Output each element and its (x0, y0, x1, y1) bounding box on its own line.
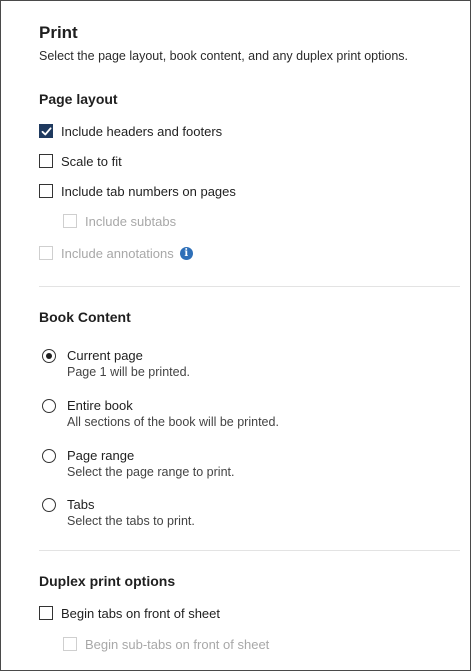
scale-to-fit-label: Scale to fit (61, 153, 122, 169)
option-include-annotations: Include annotations i (39, 243, 470, 263)
annotations-checkbox (39, 246, 53, 260)
subtabs-label: Include subtabs (85, 213, 177, 229)
duplex-section: Duplex print options (39, 571, 470, 591)
radio-page-range[interactable]: Page range Select the page range to prin… (42, 447, 470, 481)
print-header: Print Select the page layout, book conte… (39, 21, 470, 65)
radio-selected-dot (46, 353, 52, 359)
begin-tabs-front-label: Begin tabs on front of sheet (61, 605, 220, 621)
annotations-label: Include annotations (61, 245, 174, 261)
radio-tabs[interactable]: Tabs Select the tabs to print. (42, 496, 470, 530)
section-divider (39, 286, 460, 287)
current-page-description: Page 1 will be printed. (67, 365, 190, 379)
scale-to-fit-checkbox[interactable] (39, 154, 53, 168)
page-range-description: Select the page range to print. (67, 465, 235, 479)
option-scale-to-fit[interactable]: Scale to fit (39, 151, 470, 171)
book-content-section: Book Content (39, 307, 470, 327)
subtabs-checkbox (63, 214, 77, 228)
begin-subtabs-front-checkbox (63, 637, 77, 651)
info-icon[interactable]: i (179, 246, 193, 260)
tab-numbers-checkbox[interactable] (39, 184, 53, 198)
print-panel: Print Select the page layout, book conte… (0, 0, 471, 671)
headers-footers-checkbox[interactable] (39, 124, 53, 138)
book-content-title: Book Content (39, 309, 131, 325)
tabs-label: Tabs (67, 497, 95, 512)
option-include-subtabs: Include subtabs (63, 211, 470, 231)
option-begin-tabs-front[interactable]: Begin tabs on front of sheet (39, 603, 470, 623)
page-layout-title: Page layout (39, 91, 118, 107)
option-begin-subtabs-front: Begin sub-tabs on front of sheet (63, 634, 470, 654)
entire-book-label: Entire book (67, 398, 133, 413)
page-layout-section: Page layout (39, 89, 470, 109)
section-divider (39, 550, 460, 551)
option-include-headers-footers[interactable]: Include headers and footers (39, 121, 470, 141)
headers-footers-label: Include headers and footers (61, 123, 223, 139)
tabs-description: Select the tabs to print. (67, 514, 195, 528)
tabs-radio[interactable] (42, 498, 56, 512)
entire-book-description: All sections of the book will be printed… (67, 415, 279, 429)
radio-current-page[interactable]: Current page Page 1 will be printed. (42, 347, 470, 381)
checkmark-icon (41, 126, 51, 135)
begin-tabs-front-checkbox[interactable] (39, 606, 53, 620)
page-subtitle: Select the page layout, book content, an… (39, 49, 409, 63)
option-include-tab-numbers[interactable]: Include tab numbers on pages (39, 181, 470, 201)
page-title: Print (39, 23, 78, 42)
begin-subtabs-front-label: Begin sub-tabs on front of sheet (85, 636, 270, 652)
entire-book-radio[interactable] (42, 399, 56, 413)
duplex-title: Duplex print options (39, 573, 176, 589)
tab-numbers-label: Include tab numbers on pages (61, 183, 236, 199)
radio-entire-book[interactable]: Entire book All sections of the book wil… (42, 397, 470, 431)
current-page-label: Current page (67, 348, 143, 363)
page-range-radio[interactable] (42, 449, 56, 463)
page-range-label: Page range (67, 448, 135, 463)
current-page-radio[interactable] (42, 349, 56, 363)
